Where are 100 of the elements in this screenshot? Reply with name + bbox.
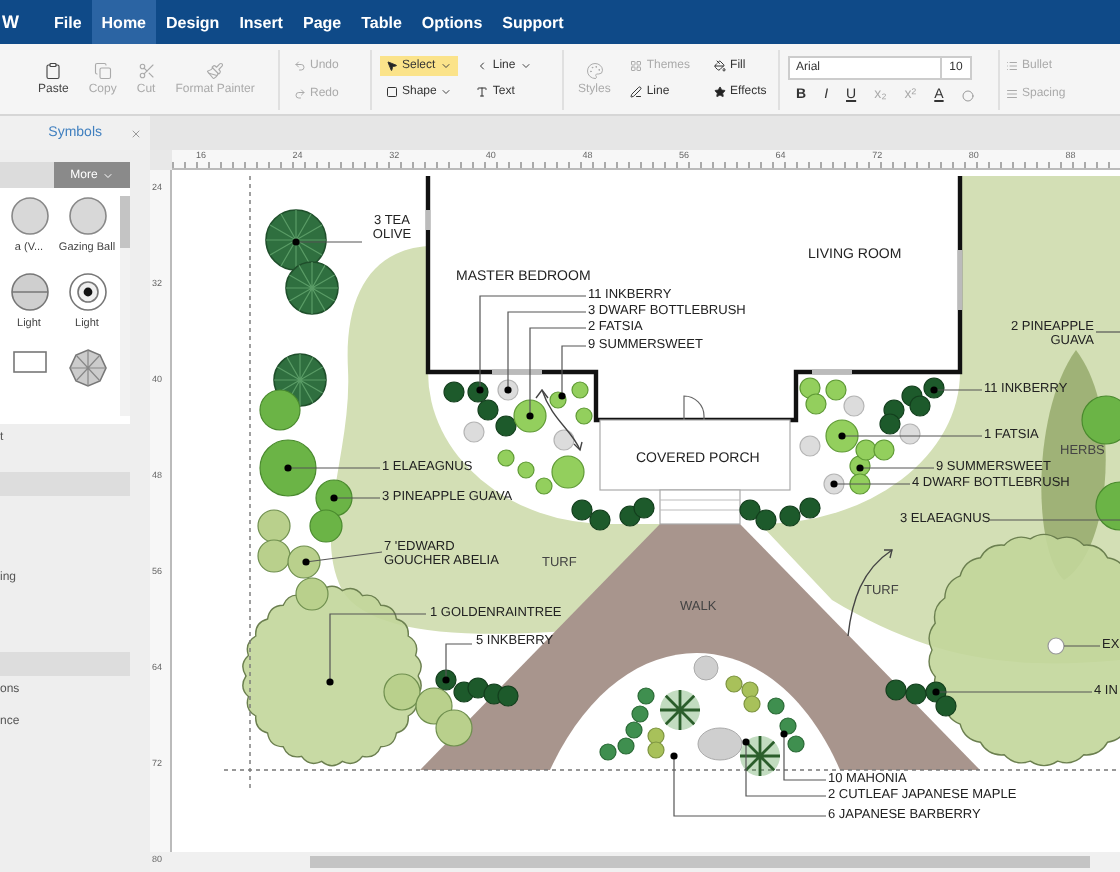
shrub-symbol: [879, 413, 901, 435]
shrub-symbol: [287, 545, 321, 579]
leader-line: [333, 497, 381, 499]
paint-bucket-icon: [714, 60, 727, 72]
menu-tab[interactable]: Options: [411, 0, 493, 44]
shrub-symbol: [257, 539, 291, 573]
shrub-symbol: [739, 499, 761, 521]
shrub-symbol: [935, 695, 957, 717]
ball-icon: [9, 196, 49, 236]
shrub-symbol: [825, 379, 847, 401]
leader-line: [445, 643, 473, 681]
rock-symbol: [697, 727, 743, 761]
leader-line: [841, 435, 983, 437]
plant-marker: [526, 412, 534, 420]
leader-line: [833, 483, 911, 485]
plant-marker: [930, 386, 938, 394]
shrub-symbol: [477, 399, 499, 421]
plant-marker: [932, 688, 940, 696]
door-symbol: [683, 395, 705, 421]
steps: [659, 489, 741, 525]
scrollbar-thumb[interactable]: [310, 856, 1090, 868]
shrub-symbol: [755, 509, 777, 531]
shrub-symbol: [309, 509, 343, 543]
shrub-symbol: [873, 439, 895, 461]
menu-tab[interactable]: Insert: [229, 0, 293, 44]
plant-marker: [504, 386, 512, 394]
leader-line: [859, 467, 935, 469]
leader-line: [287, 467, 381, 469]
menu-tab[interactable]: File: [44, 0, 92, 44]
clipboard-icon: [44, 62, 63, 80]
scissors-icon: [137, 62, 156, 80]
shrub-symbol: [467, 677, 489, 699]
shrub-symbol: [259, 389, 301, 431]
plant-marker: [838, 432, 846, 440]
line-icon: [476, 60, 489, 72]
redo-icon: [294, 87, 306, 99]
tree-symbol: [285, 261, 339, 315]
shrub-symbol: [571, 499, 593, 521]
plant-marker: [302, 558, 310, 566]
shrub-symbol: [553, 429, 575, 451]
shrub-symbol: [463, 421, 485, 443]
shrub-symbol: [497, 685, 519, 707]
app-name: W: [0, 10, 21, 36]
star-icon: [714, 86, 727, 98]
plant-marker: [326, 678, 334, 686]
existing-plant-symbol: [1047, 637, 1065, 655]
leader-line: [295, 241, 363, 243]
palette-icon: [585, 62, 604, 80]
menu-tab[interactable]: Support: [492, 0, 574, 44]
leader-line: [1095, 331, 1120, 333]
shrub-symbol: [799, 377, 821, 399]
copy-icon: [93, 62, 112, 80]
close-icon[interactable]: [130, 127, 142, 139]
cursor-icon: [386, 60, 398, 72]
grid-icon: [630, 60, 643, 72]
shrub-symbol: [633, 497, 655, 519]
plant-marker: [830, 480, 838, 488]
leader-line: [933, 389, 983, 391]
line-icon: [630, 86, 643, 98]
leader-line: [329, 613, 427, 683]
shrub-symbol: [909, 395, 931, 417]
menu-tab[interactable]: Page: [292, 0, 352, 44]
ball-icon: [67, 196, 107, 236]
maple-symbol: [738, 734, 782, 778]
letter-icon: [476, 86, 489, 98]
shrub-symbol: [1081, 395, 1120, 445]
spacing-icon: [1006, 87, 1018, 99]
caret-icon: [440, 86, 453, 98]
shrub-symbol: [257, 509, 291, 543]
rock-symbol: [693, 655, 719, 681]
shrub-symbol: [589, 509, 611, 531]
list-icon: [1006, 59, 1018, 71]
shrub-symbol: [295, 577, 329, 611]
shrub-symbol: [899, 423, 921, 445]
umbrella-icon: [67, 348, 107, 388]
scrollbar-thumb[interactable]: [120, 196, 130, 248]
plant-marker: [780, 730, 788, 738]
plant-marker: [330, 494, 338, 502]
leader-line: [989, 519, 1120, 521]
plant-marker: [742, 738, 750, 746]
shrub-symbol: [885, 679, 907, 701]
undo-icon: [294, 59, 306, 71]
caret-icon: [519, 60, 532, 72]
target-icon: [67, 272, 107, 312]
shrub-symbol: [799, 435, 821, 457]
plant-marker: [476, 386, 484, 394]
leader-line: [305, 551, 383, 563]
plant-marker: [292, 238, 300, 246]
shrub-symbol: [799, 497, 821, 519]
shrub-symbol: [435, 709, 473, 747]
shrub-symbol: [849, 473, 871, 495]
plant-marker: [558, 392, 566, 400]
menu-tab[interactable]: Design: [156, 0, 230, 44]
curved-arrow: [535, 388, 583, 452]
shrub-symbol: [805, 393, 827, 415]
leader-line: [1063, 645, 1101, 647]
shrub-symbol: [905, 683, 927, 705]
menu-tab[interactable]: Table: [351, 0, 412, 44]
shrub-symbol: [779, 505, 801, 527]
menu-tab[interactable]: Home: [91, 0, 157, 44]
